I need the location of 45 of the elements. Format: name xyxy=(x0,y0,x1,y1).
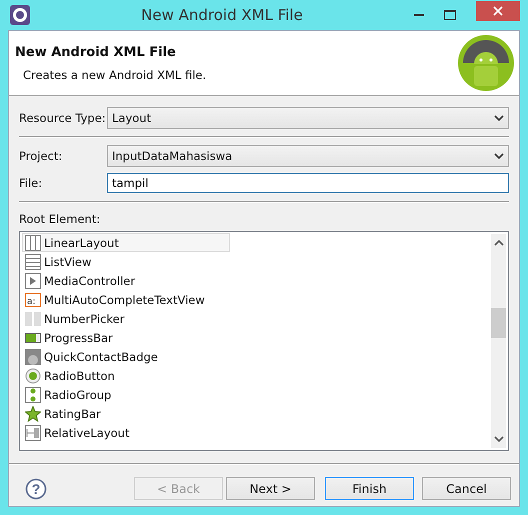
layout-icon xyxy=(25,254,41,270)
text-field-icon: a: xyxy=(25,292,41,308)
close-icon xyxy=(493,6,503,16)
field-label: File: xyxy=(19,176,44,190)
list-item[interactable]: NumberPicker xyxy=(22,309,230,328)
field-label: Resource Type: xyxy=(19,111,107,125)
field-label: Root Element: xyxy=(19,212,102,226)
list-item[interactable]: ListView xyxy=(22,252,230,271)
chevron-down-icon xyxy=(494,115,504,121)
layout-icon xyxy=(25,424,41,440)
close-button[interactable] xyxy=(476,1,520,21)
android-logo-icon xyxy=(457,34,515,92)
list-item[interactable]: RatingBar xyxy=(22,404,230,423)
maximize-icon[interactable] xyxy=(444,10,456,20)
list-item[interactable]: RadioButton xyxy=(22,366,230,385)
list-item[interactable]: RadioGroup xyxy=(22,385,230,404)
scrollbar[interactable] xyxy=(491,234,506,448)
scroll-thumb[interactable] xyxy=(491,308,506,338)
list-item[interactable]: QuickContactBadge xyxy=(22,347,230,366)
chevron-up-icon[interactable] xyxy=(494,240,504,246)
radio-icon xyxy=(25,386,41,402)
page-description: Creates a new Android XML file. xyxy=(22,68,206,82)
play-icon xyxy=(25,272,41,288)
project-dropdown[interactable]: InputDataMahasiswa xyxy=(107,145,509,167)
list-item[interactable]: MediaController xyxy=(22,271,230,290)
layout-icon xyxy=(25,310,41,326)
radio-icon xyxy=(25,368,41,384)
list-item[interactable]: LinearLayout xyxy=(22,233,230,252)
wizard-button[interactable]: Finish xyxy=(325,477,414,500)
help-icon[interactable]: ? xyxy=(25,478,47,500)
resource-type-dropdown[interactable]: Layout xyxy=(107,107,509,129)
wizard-button[interactable]: Cancel xyxy=(422,477,511,500)
field-label: Project: xyxy=(19,149,64,163)
file-input-field[interactable]: tampil xyxy=(107,173,509,193)
minimize-icon[interactable] xyxy=(414,14,424,16)
list-item[interactable]: a: MultiAutoCompleteTextView xyxy=(22,290,230,309)
chevron-down-icon[interactable] xyxy=(494,436,504,442)
window-title: New Android XML File xyxy=(140,6,304,24)
page-title: New Android XML File xyxy=(15,44,177,60)
list-item[interactable]: RelativeLayout xyxy=(22,423,230,442)
star-icon xyxy=(25,406,41,422)
list-item[interactable]: ProgressBar xyxy=(22,328,230,347)
layout-icon xyxy=(25,234,41,250)
chevron-down-icon xyxy=(494,153,504,159)
wizard-button[interactable]: Next > xyxy=(226,477,315,500)
